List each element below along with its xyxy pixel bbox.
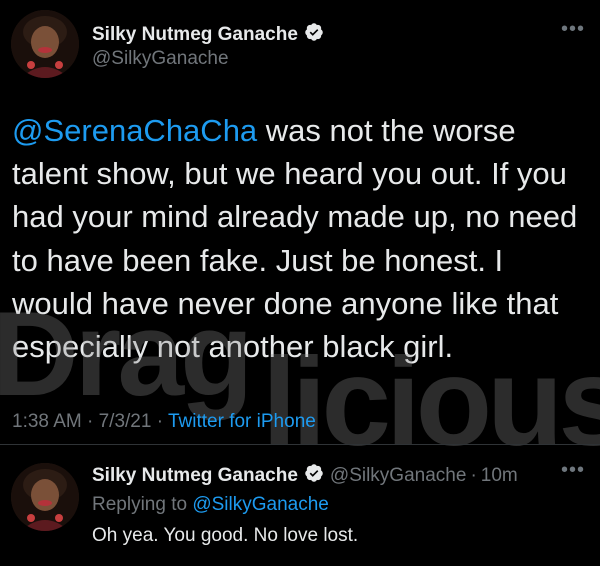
main-tweet: Silky Nutmeg Ganache @SilkyGanache ••• @…	[0, 0, 600, 450]
tweet-time[interactable]: 1:38 AM	[12, 411, 82, 432]
tweet-meta: 1:38 AM · 7/3/21 · Twitter for iPhone	[12, 411, 316, 433]
avatar-image	[11, 10, 79, 78]
mention-link[interactable]: @SerenaChaCha	[12, 113, 257, 148]
replying-to-link[interactable]: @SilkyGanache	[192, 494, 329, 515]
more-options-icon[interactable]: •••	[561, 459, 585, 482]
meta-separator: ·	[156, 411, 164, 432]
tweet-date[interactable]: 7/3/21	[99, 411, 152, 432]
reply-text: Oh yea. You good. No love lost.	[92, 525, 359, 546]
avatar[interactable]	[11, 463, 79, 531]
meta-separator: ·	[470, 465, 477, 486]
replying-prefix: Replying to	[92, 494, 188, 515]
source-app-link[interactable]: Twitter for iPhone	[168, 411, 316, 432]
handle[interactable]: @SilkyGanache	[330, 465, 467, 487]
more-options-icon[interactable]: •••	[561, 18, 585, 41]
handle[interactable]: @SilkyGanache	[92, 48, 229, 70]
reply-author-line: Silky Nutmeg Ganache @SilkyGanache · 10m	[92, 463, 518, 489]
verified-badge-icon	[304, 22, 324, 48]
tweet-body: was not the worse talent show, but we he…	[12, 113, 578, 365]
author-name-line: Silky Nutmeg Ganache	[92, 22, 324, 48]
replying-to: Replying to @SilkyGanache	[92, 494, 329, 516]
display-name[interactable]: Silky Nutmeg Ganache	[92, 24, 298, 46]
avatar-image	[11, 463, 79, 531]
verified-badge-icon	[304, 463, 324, 489]
avatar[interactable]	[11, 10, 79, 78]
reply-age[interactable]: 10m	[481, 465, 518, 487]
tweet-text: @SerenaChaCha was not the worse talent s…	[12, 109, 592, 368]
meta-separator: ·	[87, 411, 94, 432]
display-name[interactable]: Silky Nutmeg Ganache	[92, 465, 298, 487]
reply-tweet[interactable]: Silky Nutmeg Ganache @SilkyGanache · 10m…	[0, 445, 600, 566]
